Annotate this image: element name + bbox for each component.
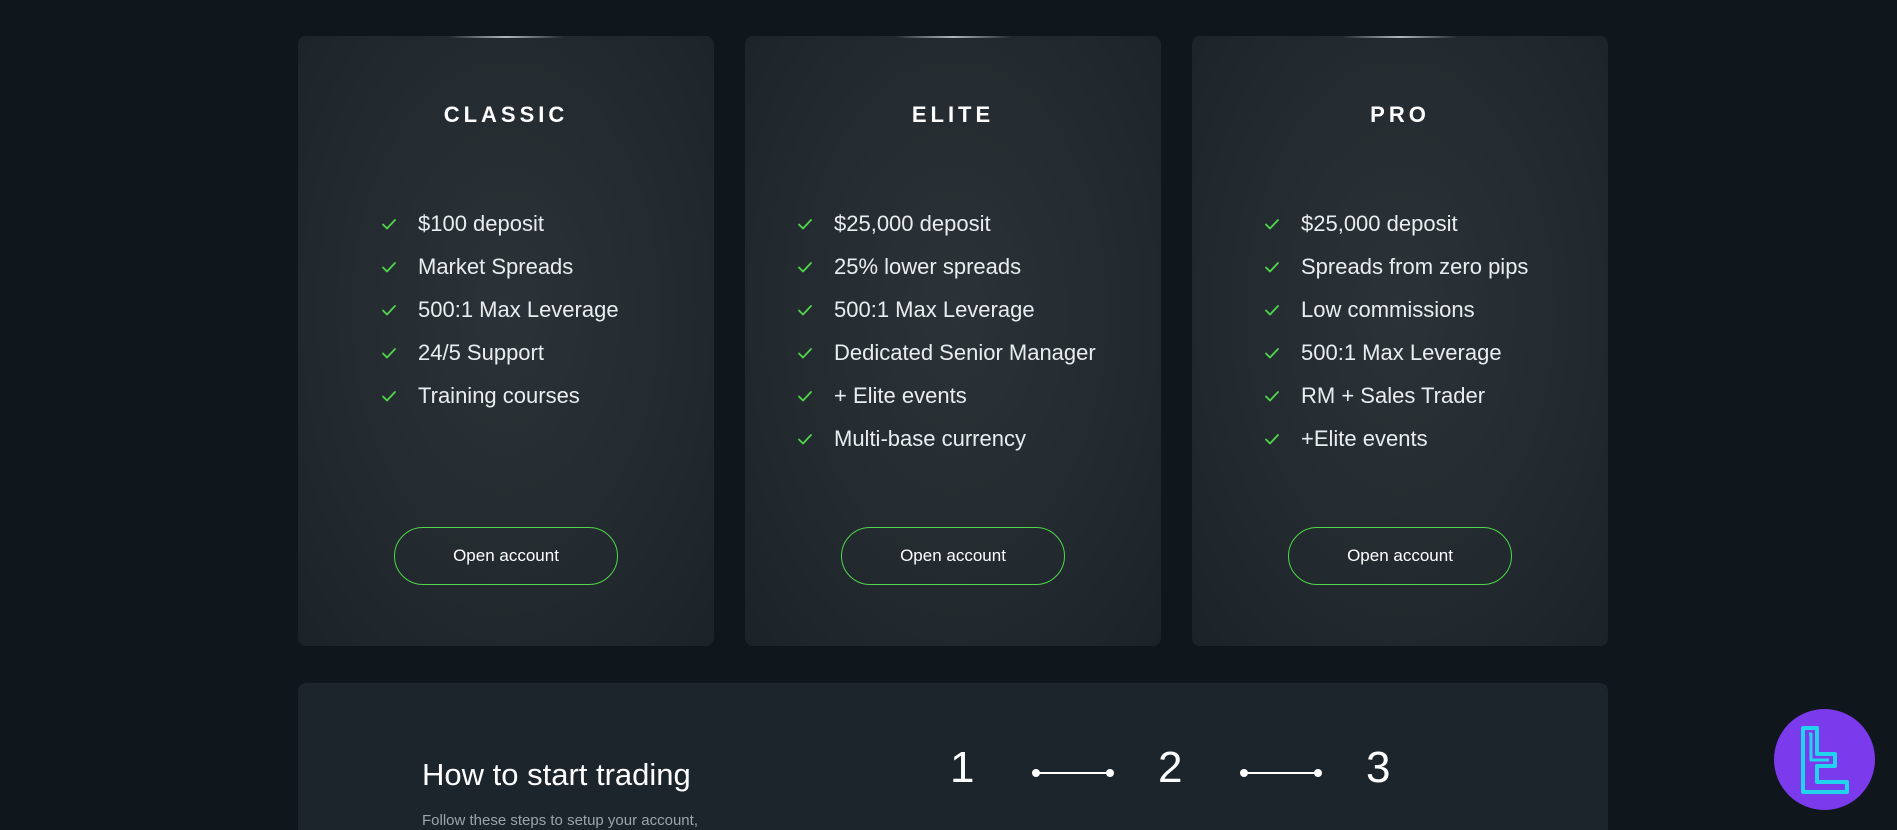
check-icon <box>382 304 396 315</box>
step-number: 2 <box>1158 743 1183 792</box>
plan-card-pro: PRO $25,000 deposit Spreads from zero pi… <box>1192 36 1608 646</box>
feature-label: Low commissions <box>1301 296 1475 322</box>
open-account-button[interactable]: Open account <box>841 527 1065 585</box>
feature-item: Market Spreads <box>381 245 619 288</box>
feature-item: 25% lower spreads <box>797 245 1096 288</box>
card-top-highlight <box>1342 36 1458 38</box>
feature-label: + Elite events <box>834 382 967 408</box>
check-icon <box>798 218 812 229</box>
feature-item: RM + Sales Trader <box>1264 374 1528 417</box>
plan-features: $100 deposit Market Spreads 500:1 Max Le… <box>381 202 619 417</box>
plan-card-elite: ELITE $25,000 deposit 25% lower spreads … <box>745 36 1161 646</box>
step-number: 1 <box>950 743 975 792</box>
feature-label: Training courses <box>418 382 580 408</box>
section-subtitle: Follow these steps to setup your account… <box>422 812 698 829</box>
feature-item: $25,000 deposit <box>1264 202 1528 245</box>
step-connector <box>1240 769 1322 777</box>
feature-label: $25,000 deposit <box>834 210 991 236</box>
check-icon <box>1265 304 1279 315</box>
feature-label: $100 deposit <box>418 210 544 236</box>
check-icon <box>798 433 812 444</box>
card-top-highlight <box>895 36 1011 38</box>
plan-title: CLASSIC <box>443 102 569 127</box>
feature-label: 24/5 Support <box>418 339 544 365</box>
plan-features: $25,000 deposit 25% lower spreads 500:1 … <box>797 202 1096 460</box>
check-icon <box>1265 218 1279 229</box>
feature-label: 25% lower spreads <box>834 253 1022 279</box>
feature-item: Spreads from zero pips <box>1264 245 1528 288</box>
how-to-start-section: How to start trading Follow these steps … <box>298 683 1608 830</box>
feature-label: $25,000 deposit <box>1301 210 1458 236</box>
feature-item: Low commissions <box>1264 288 1528 331</box>
check-icon <box>382 347 396 358</box>
check-icon <box>798 261 812 272</box>
brand-logo-icon <box>1800 725 1849 794</box>
feature-label: 500:1 Max Leverage <box>1301 339 1502 365</box>
check-icon <box>798 304 812 315</box>
feature-item: 24/5 Support <box>381 331 619 374</box>
feature-label: Spreads from zero pips <box>1301 253 1529 279</box>
account-plans: CLASSIC $100 deposit Market Spreads 500:… <box>298 36 1608 646</box>
feature-item: 500:1 Max Leverage <box>797 288 1096 331</box>
feature-item: $100 deposit <box>381 202 619 245</box>
card-top-highlight <box>448 36 564 38</box>
plan-title: ELITE <box>911 102 995 127</box>
brand-logo-badge[interactable] <box>1774 709 1875 810</box>
section-title: How to start trading <box>422 757 691 792</box>
check-icon <box>1265 261 1279 272</box>
feature-label: RM + Sales Trader <box>1301 382 1486 408</box>
open-account-button[interactable]: Open account <box>394 527 618 585</box>
feature-label: Dedicated Senior Manager <box>834 339 1096 365</box>
feature-item: Multi-base currency <box>797 417 1096 460</box>
feature-item: 500:1 Max Leverage <box>381 288 619 331</box>
check-icon <box>1265 347 1279 358</box>
feature-label: +Elite events <box>1301 425 1428 451</box>
feature-label: Market Spreads <box>418 253 574 279</box>
check-icon <box>798 390 812 401</box>
feature-item: Dedicated Senior Manager <box>797 331 1096 374</box>
feature-item: 500:1 Max Leverage <box>1264 331 1528 374</box>
check-icon <box>1265 433 1279 444</box>
feature-label: 500:1 Max Leverage <box>834 296 1035 322</box>
step-connector <box>1032 769 1114 777</box>
plan-title: PRO <box>1370 102 1430 127</box>
page: CLASSIC $100 deposit Market Spreads 500:… <box>0 0 1897 830</box>
check-icon <box>382 390 396 401</box>
check-icon <box>382 218 396 229</box>
feature-label: Multi-base currency <box>834 425 1026 451</box>
feature-item: + Elite events <box>797 374 1096 417</box>
feature-item: Training courses <box>381 374 619 417</box>
check-icon <box>798 347 812 358</box>
feature-item: $25,000 deposit <box>797 202 1096 245</box>
plan-features: $25,000 deposit Spreads from zero pips L… <box>1264 202 1528 460</box>
plan-card-classic: CLASSIC $100 deposit Market Spreads 500:… <box>298 36 714 646</box>
feature-label: 500:1 Max Leverage <box>418 296 619 322</box>
open-account-button[interactable]: Open account <box>1288 527 1512 585</box>
step-number: 3 <box>1366 743 1391 792</box>
check-icon <box>1265 390 1279 401</box>
check-icon <box>382 261 396 272</box>
feature-item: +Elite events <box>1264 417 1528 460</box>
